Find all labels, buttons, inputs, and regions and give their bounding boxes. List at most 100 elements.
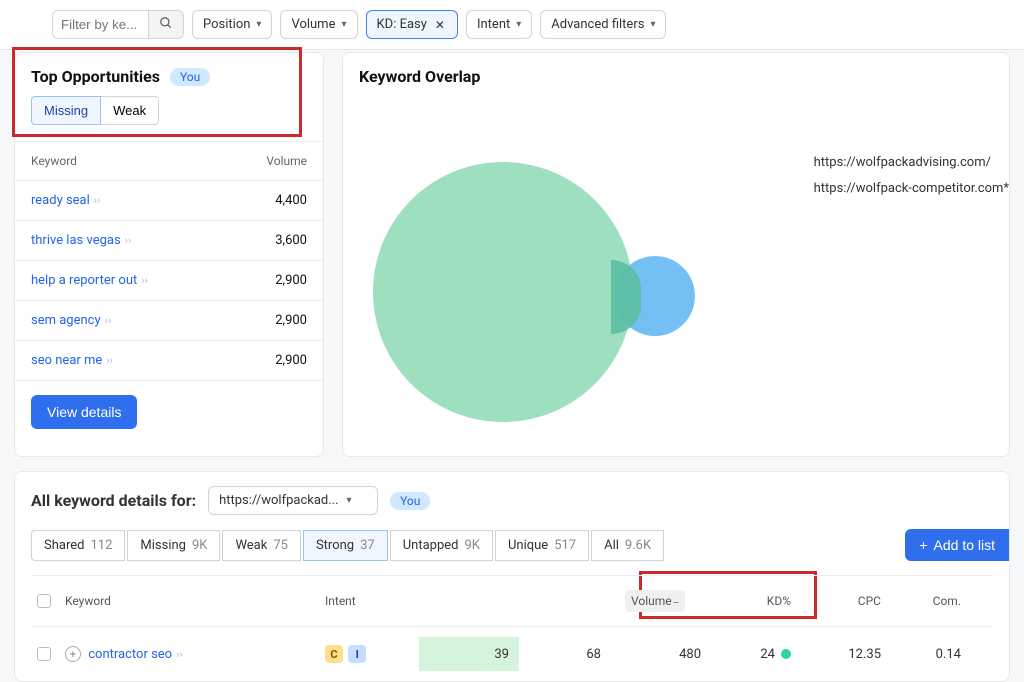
tab-unique[interactable]: Unique517	[495, 530, 589, 561]
row-checkbox[interactable]	[37, 647, 51, 661]
com-cell: 0.14	[899, 643, 979, 666]
volume-filter-label: Volume	[291, 17, 335, 32]
keyword-link[interactable]: contractor seo››	[88, 647, 182, 662]
chevrons-icon: ››	[141, 274, 148, 287]
keyword-volume: 4,400	[275, 193, 307, 208]
intent-cell: C I	[319, 641, 419, 667]
col-volume[interactable]: Volume⎯	[619, 586, 719, 616]
legend-item: https://wolfpack-competitor.com*	[814, 176, 1009, 202]
position-filter-label: Position	[203, 17, 250, 32]
filter-bar: Position ▾ Volume ▾ KD: Easy ✕ Intent ▾ …	[0, 0, 1024, 50]
advanced-filters[interactable]: Advanced filters ▾	[540, 10, 666, 39]
intent-informational-badge: I	[348, 645, 366, 663]
keyword-link[interactable]: help a reporter out››	[31, 273, 148, 288]
col-cpc[interactable]: CPC	[809, 590, 899, 612]
col-kd[interactable]: KD%	[719, 590, 809, 612]
pos-cell: 68	[519, 643, 619, 666]
legend-item: https://wolfpackadvising.com/	[814, 150, 1009, 176]
table-header-row: Keyword Intent Volume⎯ KD% CPC Com.	[31, 575, 993, 626]
domain-selector-value: https://wolfpackad...	[219, 493, 338, 508]
tab-weak[interactable]: Weak75	[222, 530, 301, 561]
table-row: thrive las vegas›› 3,600	[15, 221, 323, 261]
position-filter[interactable]: Position ▾	[192, 10, 272, 39]
kd-filter-label: KD: Easy	[377, 17, 427, 32]
col-intent[interactable]: Intent	[319, 590, 419, 612]
details-filter-tabs: Shared112 Missing9K Weak75 Strong37 Unta…	[31, 529, 993, 561]
chevrons-icon: ››	[125, 234, 132, 247]
tab-strong[interactable]: Strong37	[303, 530, 388, 561]
table-row: help a reporter out›› 2,900	[15, 261, 323, 301]
select-all-checkbox[interactable]	[37, 594, 51, 608]
content-row: Top Opportunities You Missing Weak Keywo…	[0, 52, 1024, 457]
keyword-volume: 2,900	[275, 353, 307, 368]
chevrons-icon: ››	[105, 314, 112, 327]
keyword-cell: + contractor seo››	[59, 642, 319, 666]
chevron-down-icon: ▾	[347, 495, 352, 506]
you-badge: You	[390, 492, 430, 510]
chevron-down-icon: ▾	[650, 19, 655, 30]
view-details-button[interactable]: View details	[31, 395, 137, 429]
intent-filter[interactable]: Intent ▾	[466, 10, 532, 39]
add-to-list-label: Add to list	[934, 537, 995, 553]
keyword-search	[52, 10, 184, 39]
domain-selector[interactable]: https://wolfpackad... ▾	[208, 486, 378, 515]
col-serp	[419, 597, 519, 605]
volume-filter[interactable]: Volume ▾	[280, 10, 357, 39]
keyword-volume: 3,600	[275, 233, 307, 248]
tab-shared[interactable]: Shared112	[31, 530, 125, 561]
chevron-down-icon: ▾	[256, 19, 261, 30]
tab-missing[interactable]: Missing	[31, 96, 101, 125]
col-pos	[519, 597, 619, 605]
keyword-volume: 2,900	[275, 313, 307, 328]
search-icon[interactable]	[148, 11, 183, 38]
table-row: sem agency›› 2,900	[15, 301, 323, 341]
venn-circle-a	[373, 162, 633, 422]
all-keyword-details-panel: All keyword details for: https://wolfpac…	[14, 471, 1010, 682]
table-row: ready seal›› 4,400	[15, 181, 323, 221]
tab-weak[interactable]: Weak	[101, 96, 159, 125]
top-opportunities-panel: Top Opportunities You Missing Weak Keywo…	[14, 52, 324, 457]
advanced-filters-label: Advanced filters	[551, 17, 644, 32]
kd-dot-icon	[781, 649, 791, 659]
volume-cell: 480	[619, 643, 719, 666]
panel-header: Top Opportunities You	[15, 53, 323, 96]
details-title: All keyword details for:	[31, 491, 196, 510]
expand-icon[interactable]: +	[65, 646, 81, 662]
keyword-volume: 2,900	[275, 273, 307, 288]
table-header: Keyword Volume	[15, 142, 323, 181]
venn-legend: https://wolfpackadvising.com/ https://wo…	[814, 150, 1009, 202]
sort-desc-icon: ⎯	[674, 597, 679, 608]
details-header: All keyword details for: https://wolfpac…	[31, 486, 993, 515]
chevrons-icon: ››	[106, 354, 113, 367]
table-row: + contractor seo›› C I 39 68 480 24 12.3…	[31, 626, 993, 681]
venn-diagram: https://wolfpackadvising.com/ https://wo…	[343, 96, 1009, 456]
intent-filter-label: Intent	[477, 17, 510, 32]
panel-header: Keyword Overlap	[343, 53, 1009, 96]
details-table: Keyword Intent Volume⎯ KD% CPC Com. + co…	[31, 575, 993, 681]
table-row: seo near me›› 2,900	[15, 341, 323, 381]
add-to-list-button[interactable]: + Add to list	[905, 529, 1009, 561]
col-keyword[interactable]: Keyword	[59, 590, 319, 612]
you-badge: You	[170, 68, 210, 86]
opportunities-table: Keyword Volume ready seal›› 4,400 thrive…	[15, 141, 323, 381]
kd-cell: 24	[719, 643, 809, 666]
kd-filter[interactable]: KD: Easy ✕	[366, 10, 458, 39]
tab-missing[interactable]: Missing9K	[127, 530, 220, 561]
keyword-link[interactable]: thrive las vegas››	[31, 233, 131, 248]
tab-all[interactable]: All9.6K	[591, 530, 664, 561]
keyword-link[interactable]: sem agency››	[31, 313, 111, 328]
col-com[interactable]: Com.	[899, 590, 979, 612]
keyword-search-input[interactable]	[53, 11, 148, 38]
keyword-link[interactable]: seo near me››	[31, 353, 113, 368]
chevron-down-icon: ▾	[516, 19, 521, 30]
serp-bar: 39	[419, 637, 519, 671]
chevrons-icon: ››	[94, 194, 101, 207]
keyword-link[interactable]: ready seal››	[31, 193, 100, 208]
chevron-down-icon: ▾	[341, 19, 346, 30]
plus-icon: +	[919, 537, 927, 553]
chevrons-icon: ››	[176, 648, 183, 661]
close-icon[interactable]: ✕	[433, 18, 447, 32]
top-opportunities-title: Top Opportunities	[31, 67, 160, 86]
serp-cell: 39	[419, 637, 519, 671]
tab-untapped[interactable]: Untapped9K	[390, 530, 493, 561]
